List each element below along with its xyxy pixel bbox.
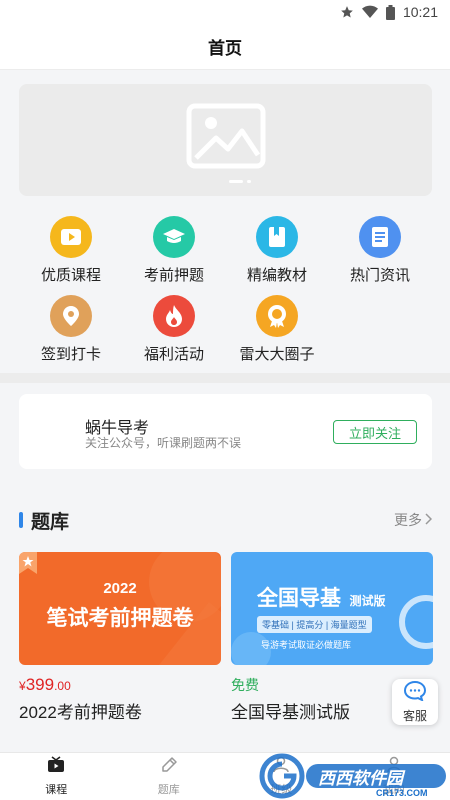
card-cover: 全国导基 测试版 零基础 | 提高分 | 海量题型 导游考试取证必做题库 xyxy=(231,552,433,665)
menu-item-news[interactable]: 热门资讯 xyxy=(330,216,430,285)
card-title: 2022考前押题卷 xyxy=(19,703,142,722)
section-title-wrap: 题库 xyxy=(19,507,69,534)
question-bank-header: 题库 更多 xyxy=(19,505,433,535)
tab-label: 我的 xyxy=(382,784,405,796)
tab-label: 题库 xyxy=(157,784,180,796)
banner-title: 笔试考前押题卷 xyxy=(46,607,194,630)
tab-label: 班级 xyxy=(270,784,293,796)
menu-item-courses[interactable]: 优质课程 xyxy=(21,216,121,285)
customer-service-label: 客服 xyxy=(402,708,427,723)
badge-icon xyxy=(256,295,298,337)
user-icon xyxy=(385,756,403,778)
menu-label: 雷大大圈子 xyxy=(239,346,315,363)
price: ¥ 399 .00 xyxy=(19,675,221,695)
tv-icon xyxy=(47,756,65,778)
menu-label: 精编教材 xyxy=(246,267,307,284)
menu-item-circle[interactable]: 雷大大圈子 xyxy=(227,295,327,364)
menu-label: 优质课程 xyxy=(40,267,101,284)
battery-icon xyxy=(385,4,395,20)
banner-heading: 全国导基 测试版 xyxy=(257,582,385,612)
top-header: 首页 xyxy=(0,24,450,70)
price-int: 399 xyxy=(25,675,55,694)
more-label: 更多 xyxy=(394,512,422,528)
map-pin-icon xyxy=(50,295,92,337)
pencil-icon xyxy=(160,756,178,778)
banner-year: 2022 xyxy=(103,580,137,597)
tab-courses[interactable]: 课程 xyxy=(0,753,113,800)
quick-menu: 优质课程 考前押题 精编教材 热门资讯 签到打卡 福利活动 雷大大圈子 xyxy=(0,206,450,371)
customer-service-button[interactable]: 客服 xyxy=(392,679,438,725)
price-dec: .00 xyxy=(54,679,71,693)
bottom-tab-bar: 课程 题库 班级 我的 xyxy=(0,752,450,800)
banner-title: 全国导基 xyxy=(257,587,341,610)
menu-label: 热门资讯 xyxy=(349,267,410,284)
follow-subtitle: 关注公众号，听课刷题两不误 xyxy=(85,436,242,450)
banner-tag: 测试版 xyxy=(349,594,386,608)
book-icon xyxy=(256,216,298,258)
banner-carousel[interactable] xyxy=(19,84,432,196)
status-time: 10:21 xyxy=(402,4,438,20)
page-title: 首页 xyxy=(208,39,242,58)
follow-button[interactable]: 立即关注 xyxy=(333,420,417,444)
graduation-cap-icon xyxy=(153,216,195,258)
chat-bubble-icon xyxy=(403,680,427,706)
menu-item-benefits[interactable]: 福利活动 xyxy=(124,295,224,364)
banner-note: 导游考试取证必做题库 xyxy=(261,640,352,650)
tab-question-bank[interactable]: 题库 xyxy=(113,753,226,800)
tab-class[interactable]: 班级 xyxy=(225,753,338,800)
banner-indicator xyxy=(229,180,251,183)
banner-chips: 零基础 | 提高分 | 海量题型 xyxy=(257,616,372,633)
video-play-icon xyxy=(50,216,92,258)
wifi-icon xyxy=(361,5,378,19)
menu-label: 签到打卡 xyxy=(40,346,101,363)
section-accent-bar xyxy=(19,512,23,528)
tab-profile[interactable]: 我的 xyxy=(338,753,450,800)
tab-label: 课程 xyxy=(45,784,68,796)
section-title: 题库 xyxy=(31,511,70,533)
status-bar: 10:21 xyxy=(0,0,450,24)
flame-icon xyxy=(153,295,195,337)
star-icon xyxy=(340,5,354,19)
users-icon xyxy=(272,756,290,778)
card-cover: 2022 笔试考前押题卷 xyxy=(19,552,221,665)
menu-item-textbooks[interactable]: 精编教材 xyxy=(227,216,327,285)
more-link[interactable]: 更多 xyxy=(394,510,433,530)
free-label: 免费 xyxy=(231,677,259,693)
menu-label: 福利活动 xyxy=(143,346,204,363)
menu-label: 考前押题 xyxy=(143,267,204,284)
menu-item-predictions[interactable]: 考前押题 xyxy=(124,216,224,285)
menu-item-checkin[interactable]: 签到打卡 xyxy=(21,295,121,364)
news-icon xyxy=(359,216,401,258)
chevron-right-icon xyxy=(424,512,433,528)
section-divider xyxy=(0,373,450,383)
price-symbol: ¥ xyxy=(19,679,26,693)
image-placeholder-icon xyxy=(186,103,266,178)
wechat-follow-card: 蜗牛导考 关注公众号，听课刷题两不误 立即关注 xyxy=(19,394,432,469)
question-bank-card[interactable]: 2022 笔试考前押题卷 ¥ 399 .00 2022考前押题卷 xyxy=(19,552,221,723)
